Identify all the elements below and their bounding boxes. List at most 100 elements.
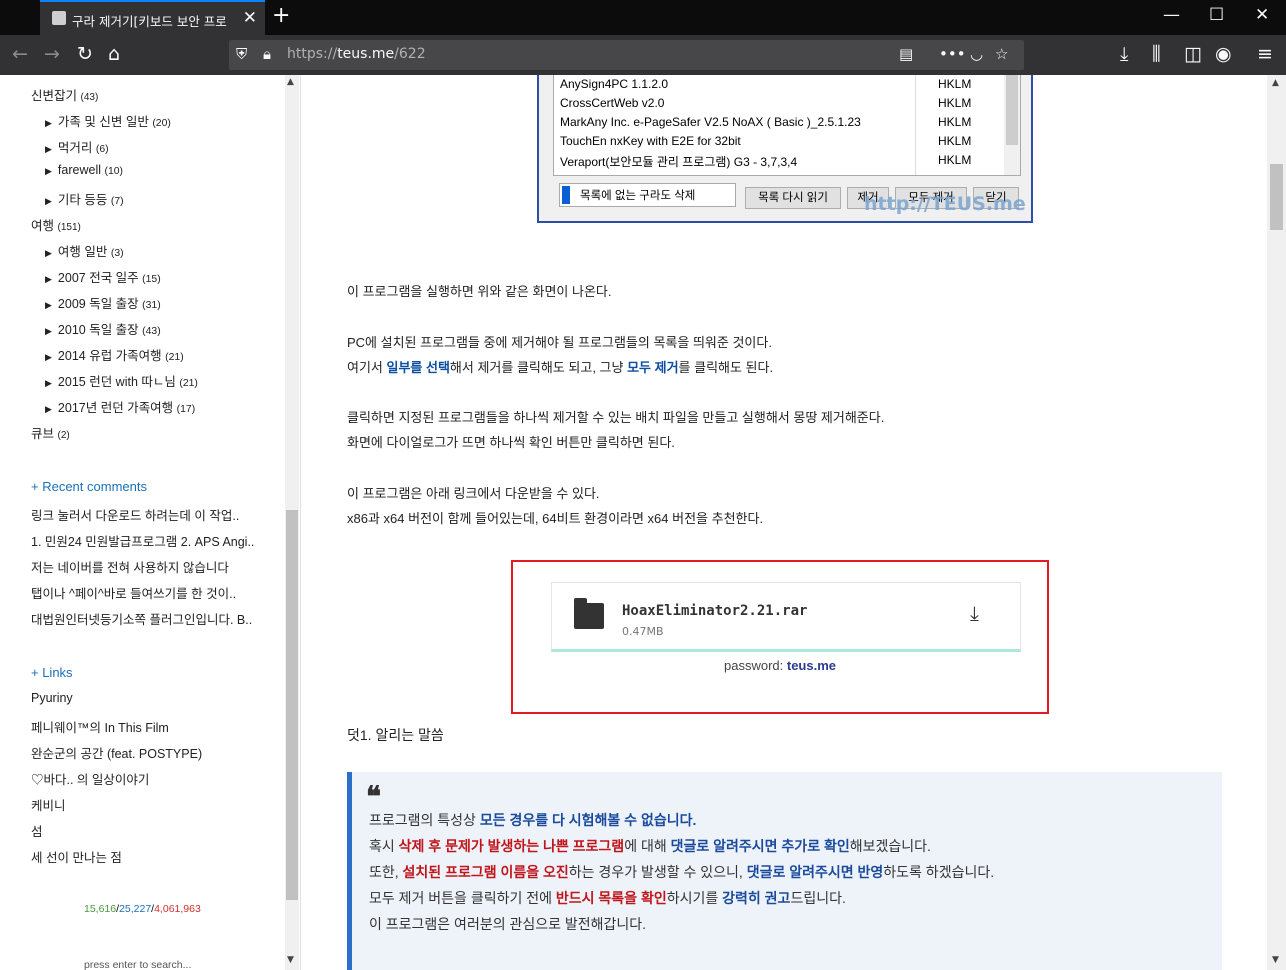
expand-arrow-icon: ▶ (45, 118, 52, 128)
program-row-name: Veraport(보안모듈 관리 프로그램) G3 - 3,7,3,4 (560, 155, 798, 169)
category-item[interactable]: 큐브 (2) (31, 423, 70, 442)
home-icon[interactable]: ⌂ (108, 43, 120, 65)
links-title[interactable]: + Links (31, 665, 73, 680)
blog-link[interactable]: 섬 (31, 821, 43, 840)
category-item[interactable]: 여행 (151) (31, 215, 81, 234)
expand-arrow-icon: ▶ (45, 326, 52, 336)
subcategory-item[interactable]: ▶ 가족 및 신변 일반 (20) (45, 111, 171, 130)
page-scrollbar[interactable]: ▲ ▼ (1267, 75, 1286, 970)
sidebar-toggle-icon[interactable]: ◫ (1184, 43, 1202, 65)
blog-link[interactable]: 케비니 (31, 795, 66, 814)
expand-arrow-icon: ▶ (45, 378, 52, 388)
recent-comment-link[interactable]: 저는 네이버를 전혀 사용하지 않습니다 (31, 557, 229, 576)
maximize-icon[interactable]: ☐ (1209, 5, 1224, 25)
paragraph: 여기서 일부를 선택해서 제거를 클릭해도 되고, 그냥 모두 제거를 클릭해도… (347, 360, 774, 375)
file-attachment[interactable]: HoaxEliminator2.21.rar 0.47MB ⤓ (551, 582, 1021, 652)
subcategory-item[interactable]: ▶ 2015 런던 with 따ㄴ님 (21) (45, 371, 198, 390)
expand-arrow-icon: ▶ (45, 352, 52, 362)
new-tab-icon[interactable]: + (272, 3, 290, 28)
url-bar[interactable]: ⛨ 🔒︎ https://teus.me/622 ▤ ••• ◡ ☆ (229, 40, 1024, 70)
category-count: (20) (152, 118, 171, 129)
category-label: 2007 전국 일주 (57, 271, 139, 285)
subcategory-item[interactable]: ▶ 2017년 런던 가족여행 (17) (45, 397, 195, 416)
blog-link[interactable]: 완순군의 공간 (feat. POSTYPE) (31, 743, 202, 762)
download-box: HoaxEliminator2.21.rar 0.47MB ⤓ password… (511, 560, 1049, 714)
category-label: farewell (57, 163, 101, 177)
download-icon[interactable]: ⤓ (970, 601, 979, 625)
blog-link[interactable]: ♡바다.. 의 일상이야기 (31, 769, 149, 788)
url-text[interactable]: https://teus.me/622 (287, 46, 426, 62)
category-item[interactable]: 신변잡기 (43) (31, 85, 98, 104)
reader-view-icon[interactable]: ▤ (899, 45, 913, 63)
subcategory-item[interactable]: ▶ 2010 독일 출장 (43) (45, 319, 161, 338)
counter-yesterday: 25,227 (119, 903, 152, 915)
minimize-icon[interactable]: — (1163, 5, 1180, 25)
category-label: 기타 등등 (57, 193, 108, 207)
page-actions-icon[interactable]: ••• (939, 45, 966, 63)
library-icon[interactable]: ⫼ (1152, 43, 1161, 65)
pocket-icon[interactable]: ◡ (970, 45, 983, 63)
tab-title: 구라 제거기[키보드 보안 프로 (72, 14, 227, 29)
search-input[interactable]: press enter to search... (84, 959, 191, 970)
blog-link[interactable]: 세 선이 만나는 점 (31, 847, 122, 866)
menu-icon[interactable]: ≡ (1257, 43, 1273, 65)
back-icon[interactable]: ← (12, 43, 28, 65)
program-row-hive: HKLM (938, 77, 972, 91)
subcategory-item[interactable]: ▶ 2014 유럽 가족여행 (21) (45, 345, 184, 364)
category-count: (21) (179, 378, 198, 389)
quote-line: 이 프로그램은 여러분의 관심으로 발전해갑니다. (369, 916, 647, 932)
page-scroll-thumb[interactable] (1270, 164, 1283, 230)
counter-total: 4,061,963 (154, 903, 201, 915)
category-label: 가족 및 신변 일반 (57, 115, 149, 129)
recent-comment-link[interactable]: 탭이나 ^페이^바로 들여쓰기를 한 것이.. (31, 583, 236, 602)
scroll-up-icon[interactable]: ▲ (1272, 78, 1279, 88)
program-row-name: CrossCertWeb v2.0 (560, 96, 665, 110)
recent-comments-title[interactable]: + Recent comments (31, 479, 147, 494)
subcategory-item[interactable]: ▶ 기타 등등 (7) (45, 189, 124, 208)
program-row-name: AnySign4PC 1.1.2.0 (560, 77, 669, 91)
recent-comment-link[interactable]: 1. 민원24 민원발급프로그램 2. APS Angi.. (31, 531, 254, 550)
file-name[interactable]: HoaxEliminator2.21.rar (622, 603, 807, 619)
program-screenshot: AnySign4PC 1.1.2.0 HKLM CrossCertWeb v2.0 H… (537, 75, 1033, 223)
bookmark-star-icon[interactable]: ☆ (995, 45, 1008, 63)
category-label: 신변잡기 (31, 89, 78, 103)
recent-comment-link[interactable]: 링크 눌러서 다운로드 하려는데 이 작업.. (31, 505, 239, 524)
sidebar-scrollbar[interactable]: ▲ ▼ (285, 75, 299, 970)
lock-icon[interactable]: 🔒︎ (263, 45, 271, 63)
reload-icon[interactable]: ↻ (77, 43, 93, 65)
paragraph: PC에 설치된 프로그램들 중에 제거해야 될 프로그램들의 목록을 띄워준 것… (347, 335, 772, 350)
recent-comment-link[interactable]: 대법원인터넷등기소쪽 플러그인입니다. B.. (31, 609, 252, 628)
site-favicon-icon (52, 11, 66, 25)
subcategory-item[interactable]: ▶ farewell (10) (45, 163, 123, 177)
blog-link[interactable]: 페니웨이™의 In This Film (31, 717, 169, 736)
subcategory-item[interactable]: ▶ 2007 전국 일주 (15) (45, 267, 161, 286)
sidebar-scroll-thumb[interactable] (286, 510, 298, 900)
category-count: (17) (176, 404, 196, 415)
scroll-up-icon[interactable]: ▲ (287, 77, 294, 87)
tracking-shield-icon[interactable]: ⛨ (236, 45, 247, 63)
program-list: AnySign4PC 1.1.2.0 HKLM CrossCertWeb v2.0 H… (553, 75, 1021, 176)
account-icon[interactable]: ◉ (1215, 43, 1232, 65)
category-count: (6) (95, 144, 109, 155)
subcategory-item[interactable]: ▶ 2009 독일 출장 (31) (45, 293, 161, 312)
close-window-icon[interactable]: ✕ (1255, 5, 1269, 25)
blog-link[interactable]: Pyuriny (31, 691, 73, 705)
active-tab[interactable]: 구라 제거기[키보드 보안 프로 ✕ (40, 0, 265, 35)
scroll-down-icon[interactable]: ▼ (287, 955, 294, 965)
program-row-hive: HKLM (938, 115, 972, 129)
forward-icon[interactable]: → (44, 43, 60, 65)
program-row-hive: HKLM (938, 134, 972, 148)
subcategory-item[interactable]: ▶ 여행 일반 (3) (45, 241, 124, 260)
expand-arrow-icon: ▶ (45, 300, 52, 310)
close-tab-icon[interactable]: ✕ (243, 8, 257, 28)
scroll-down-icon[interactable]: ▼ (1272, 955, 1279, 965)
category-label: 큐브 (31, 427, 55, 441)
category-count: (43) (142, 326, 161, 337)
quote-icon: ❝ (366, 780, 382, 813)
category-label: 먹거리 (57, 141, 93, 155)
subcategory-item[interactable]: ▶ 먹거리 (6) (45, 137, 109, 156)
downloads-icon[interactable]: ⤓ (1120, 43, 1128, 65)
category-count: (15) (142, 274, 161, 285)
reload-list-button: 목록 다시 읽기 (745, 187, 841, 209)
category-label: 2010 독일 출장 (57, 323, 139, 337)
